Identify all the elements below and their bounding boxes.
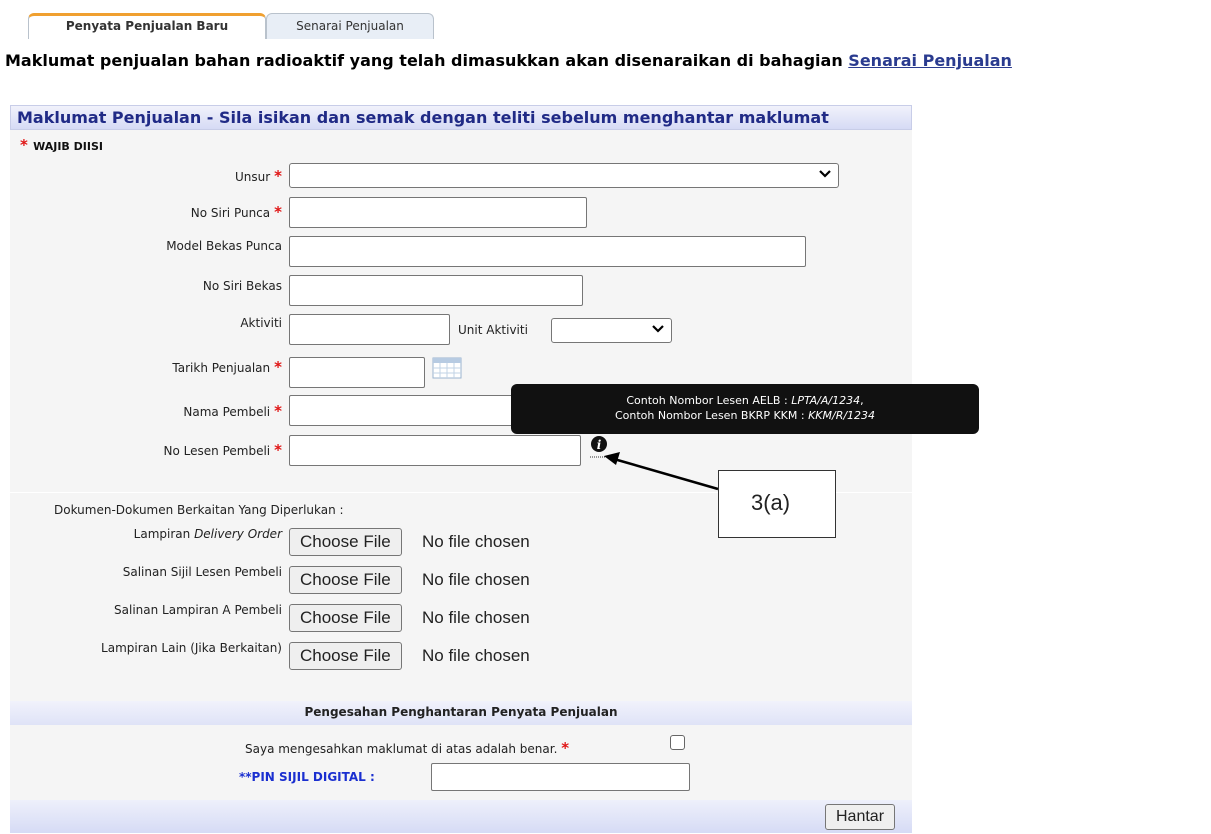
callout-arrow [604, 452, 719, 491]
choose-file-button[interactable]: Choose File [289, 528, 402, 556]
callout-label: 3(a) [718, 470, 836, 538]
choose-file-button[interactable]: Choose File [289, 604, 402, 632]
no-lesen-pembeli-input[interactable] [289, 435, 581, 466]
confirmation-heading: Pengesahan Penghantaran Penyata Penjuala… [10, 701, 912, 725]
model-bekas-punca-label: Model Bekas Punca [166, 239, 282, 253]
file-status: No file chosen [422, 608, 530, 627]
no-siri-punca-input[interactable] [289, 197, 587, 228]
senarai-penjualan-link[interactable]: Senarai Penjualan [848, 51, 1012, 70]
confirm-checkbox[interactable] [670, 735, 685, 750]
unit-aktiviti-select[interactable] [551, 318, 672, 343]
info-notice: Maklumat penjualan bahan radioaktif yang… [5, 51, 1012, 70]
pin-label: **PIN SIJIL DIGITAL : [239, 770, 375, 784]
nama-pembeli-input[interactable] [289, 395, 519, 426]
unit-aktiviti-label: Unit Aktiviti [458, 323, 528, 337]
model-bekas-punca-input[interactable] [289, 236, 806, 267]
hantar-button[interactable]: Hantar [825, 804, 896, 830]
file-status: No file chosen [422, 570, 530, 589]
calendar-icon[interactable] [432, 357, 462, 379]
choose-file-button[interactable]: Choose File [289, 566, 402, 594]
aktiviti-label: Aktiviti [240, 316, 282, 330]
unsur-select[interactable] [289, 163, 839, 188]
tab-penyata-penjualan-baru[interactable]: Penyata Penjualan Baru [28, 13, 266, 39]
confirm-label: Saya mengesahkan maklumat di atas adalah… [245, 739, 570, 757]
required-note: * WAJIB DIISI [20, 136, 103, 154]
documents-heading: Dokumen-Dokumen Berkaitan Yang Diperluka… [54, 503, 344, 517]
file-status: No file chosen [422, 646, 530, 665]
no-siri-bekas-label: No Siri Bekas [202, 279, 282, 293]
file-status: No file chosen [422, 532, 530, 551]
chevron-down-icon [652, 325, 664, 333]
tarikh-penjualan-label: Tarikh Penjualan * [172, 358, 282, 376]
pin-sijil-digital-input[interactable] [431, 763, 690, 791]
required-star: * [20, 136, 34, 154]
no-lesen-pembeli-label: No Lesen Pembeli * [163, 441, 282, 459]
license-tooltip: Contoh Nombor Lesen AELB : LPTA/A/1234, … [511, 384, 979, 434]
nama-pembeli-label: Nama Pembeli * [183, 402, 282, 420]
tab-bar: Penyata Penjualan Baru Senarai Penjualan [0, 0, 1211, 40]
notice-text: Maklumat penjualan bahan radioaktif yang… [5, 51, 849, 70]
tooltip-line-2: Contoh Nombor Lesen BKRP KKM : KKM/R/123… [614, 409, 876, 422]
aktiviti-input[interactable] [289, 314, 450, 345]
form-footer: Hantar [10, 800, 912, 833]
tooltip-line-1: Contoh Nombor Lesen AELB : LPTA/A/1234, [626, 394, 864, 407]
file-label-delivery-order: Lampiran Delivery Order [133, 527, 282, 541]
tab-senarai-penjualan[interactable]: Senarai Penjualan [266, 13, 434, 39]
no-siri-bekas-input[interactable] [289, 275, 583, 306]
file-label-lampiran-lain: Lampiran Lain (Jika Berkaitan) [101, 641, 282, 655]
chevron-down-icon [819, 170, 831, 178]
file-label-sijil-lesen: Salinan Sijil Lesen Pembeli [122, 565, 282, 579]
tarikh-penjualan-input[interactable] [289, 357, 425, 388]
unsur-label: Unsur * [234, 167, 282, 185]
sales-form-panel: Maklumat Penjualan - Sila isikan dan sem… [10, 105, 912, 833]
choose-file-button[interactable]: Choose File [289, 642, 402, 670]
file-label-lampiran-a: Salinan Lampiran A Pembeli [114, 603, 282, 617]
section-title: Maklumat Penjualan - Sila isikan dan sem… [10, 105, 912, 130]
no-siri-punca-label: No Siri Punca * [190, 203, 282, 221]
